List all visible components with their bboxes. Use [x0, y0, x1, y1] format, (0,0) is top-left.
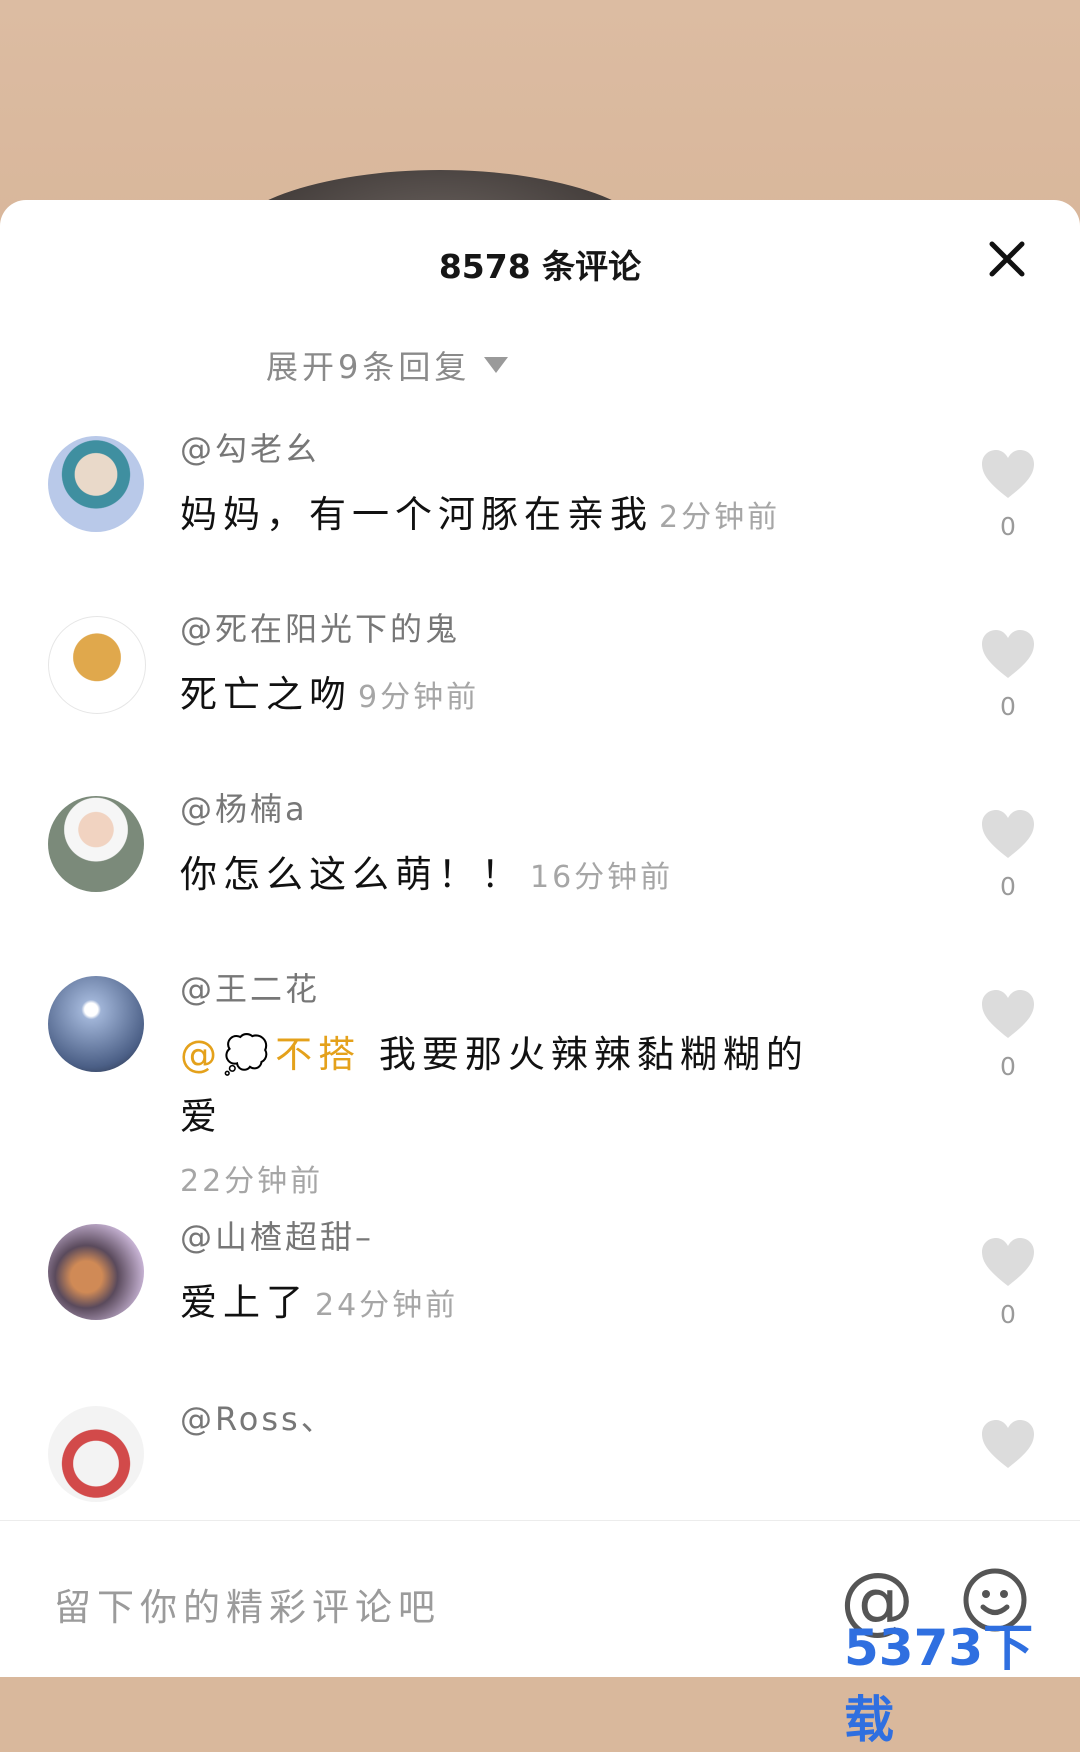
comment-content: 死亡之吻 [180, 673, 352, 716]
comment-username[interactable]: @死在阳光下的鬼 [180, 604, 460, 650]
watermark-text: 5373下载 [844, 1619, 1034, 1749]
like-count: 0 [1000, 1052, 1016, 1081]
comment-username[interactable]: @山楂超甜– [180, 1212, 374, 1258]
like-count: 0 [1000, 692, 1016, 721]
avatar[interactable] [48, 436, 144, 532]
comment-time: 24分钟前 [315, 1288, 459, 1323]
heart-icon[interactable] [980, 988, 1036, 1040]
avatar[interactable] [48, 616, 146, 714]
comment-input[interactable]: 留下你的精彩评论吧 [54, 1577, 441, 1631]
like-count: 0 [1000, 1300, 1016, 1329]
avatar[interactable] [48, 1224, 144, 1320]
comment-text: @💭不搭 我要那火辣辣黏糊糊的爱 22分钟前 [180, 1024, 840, 1213]
comment-content: 妈妈，有一个河豚在亲我 [180, 493, 653, 536]
heart-icon[interactable] [980, 1236, 1036, 1288]
comment-text: 你怎么这么萌！！ 16分钟前 [180, 844, 840, 909]
avatar[interactable] [48, 976, 144, 1072]
heart-icon[interactable] [980, 808, 1036, 860]
comment-mention[interactable]: @💭不搭 [180, 1033, 361, 1076]
avatar[interactable] [48, 796, 144, 892]
close-icon[interactable] [984, 236, 1030, 282]
comment-time: 9分钟前 [358, 680, 480, 715]
comment-count-title: 8578 条评论 [438, 247, 642, 286]
comment-content: 爱上了 [180, 1281, 309, 1324]
comment-username[interactable]: @王二花 [180, 964, 320, 1010]
triangle-down-icon [484, 357, 509, 373]
comment-content: 你怎么这么萌！！ [180, 853, 524, 896]
comment-time: 16分钟前 [530, 860, 674, 895]
comment-text: 死亡之吻 9分钟前 [180, 664, 840, 729]
expand-replies-label: 展开9条回复 [266, 348, 471, 386]
avatar[interactable] [48, 1406, 144, 1502]
comment-time: 2分钟前 [659, 500, 781, 535]
heart-icon[interactable] [980, 448, 1036, 500]
comment-text: 爱上了 24分钟前 [180, 1272, 840, 1337]
like-count: 0 [1000, 872, 1016, 901]
comment-header: 8578 条评论 [0, 200, 1080, 310]
like-count: 0 [1000, 512, 1016, 541]
expand-replies-button[interactable]: 展开9条回复 [266, 340, 509, 390]
comment-sheet: 8578 条评论 展开9条回复 @勾老幺 妈妈，有一个河豚在亲我 2分钟前 0 @… [0, 200, 1080, 1676]
comment-username[interactable]: @勾老幺 [180, 424, 320, 470]
heart-icon[interactable] [980, 628, 1036, 680]
comment-time: 22分钟前 [180, 1164, 324, 1199]
comment-username[interactable]: @Ross、 [180, 1394, 336, 1440]
comment-text: 妈妈，有一个河豚在亲我 2分钟前 [180, 484, 840, 549]
heart-icon[interactable] [980, 1418, 1036, 1470]
comment-username[interactable]: @杨楠a [180, 784, 308, 830]
